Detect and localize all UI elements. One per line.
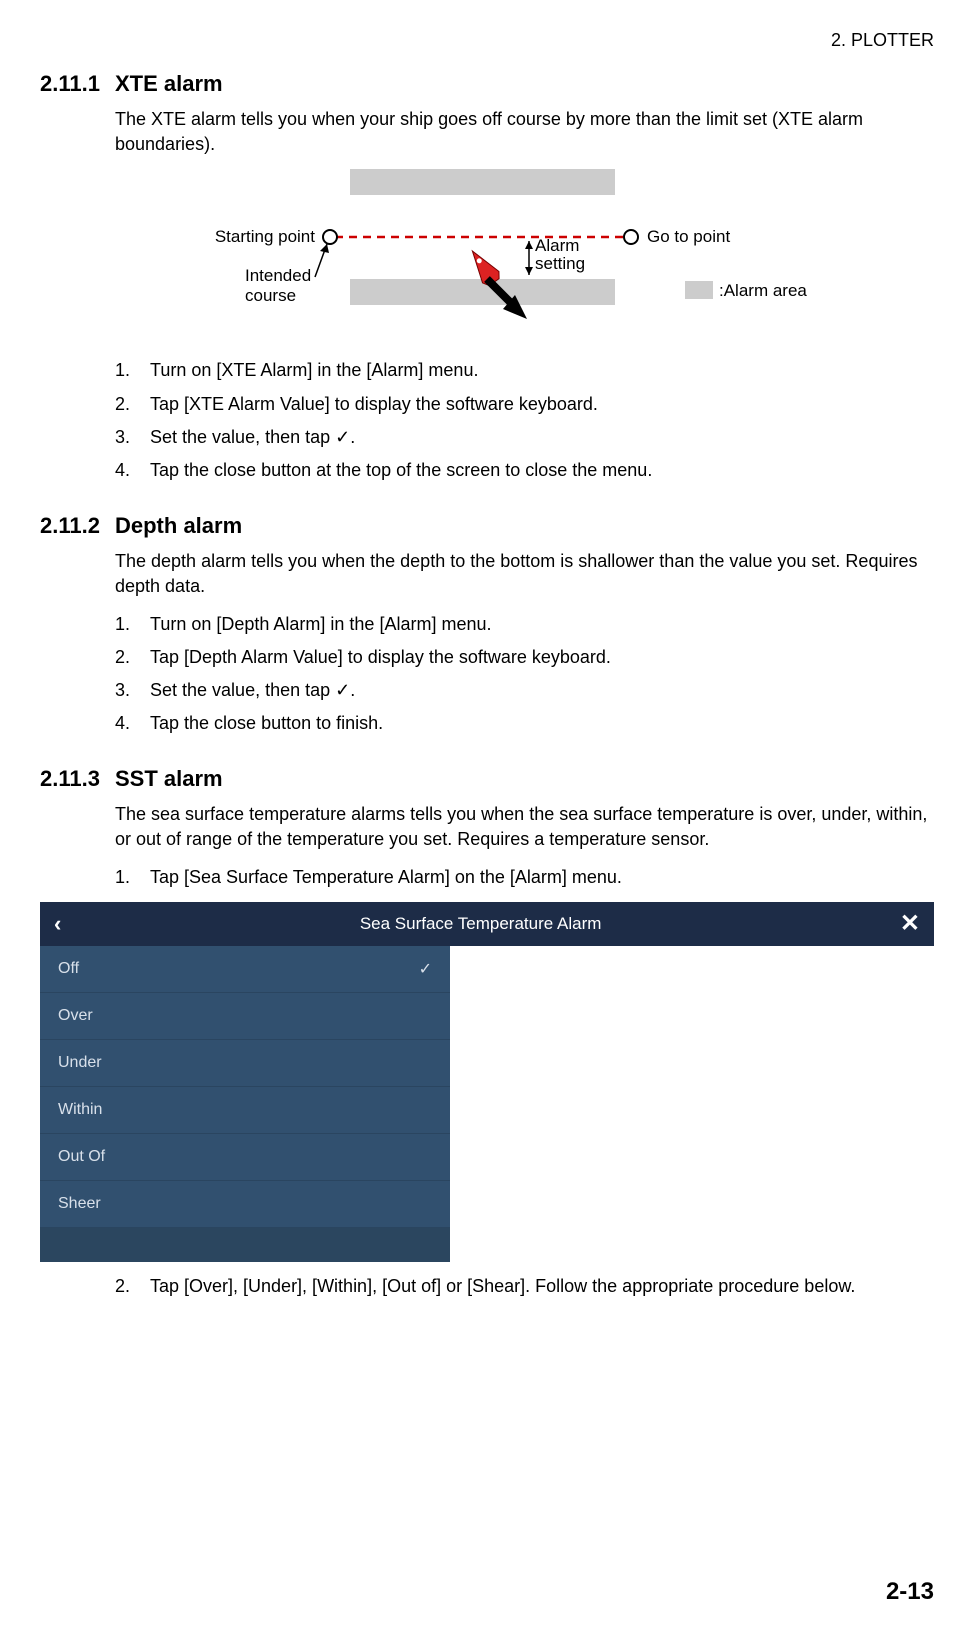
step-num: 3. [115, 678, 150, 703]
section-title-sst: SST alarm [115, 766, 223, 792]
sst-option-trailer [40, 1228, 450, 1262]
step-text: Tap [Over], [Under], [Within], [Out of] … [150, 1274, 855, 1299]
sst-screenshot: ‹ Sea Surface Temperature Alarm ✕ Off ✓ … [40, 902, 934, 1262]
sst-step1: 1.Tap [Sea Surface Temperature Alarm] on… [115, 865, 934, 890]
option-label: Under [58, 1054, 102, 1072]
step-num: 4. [115, 711, 150, 736]
step-text: Set the value, then tap ✓. [150, 678, 355, 703]
xte-intro: The XTE alarm tells you when your ship g… [115, 107, 934, 157]
step-num: 1. [115, 612, 150, 637]
label-alarm-area: :Alarm area [719, 281, 807, 300]
section-sst: 2.11.3 SST alarm The sea surface tempera… [40, 766, 934, 1299]
sst-option-over[interactable]: Over [40, 993, 450, 1040]
option-label: Out Of [58, 1148, 105, 1166]
step-text: Tap the close button at the top of the s… [150, 458, 652, 483]
screenshot-title: Sea Surface Temperature Alarm [360, 914, 602, 934]
option-label: Off [58, 960, 79, 978]
depth-steps: 1.Turn on [Depth Alarm] in the [Alarm] m… [115, 612, 934, 737]
option-label: Within [58, 1101, 102, 1119]
check-icon: ✓ [419, 959, 432, 979]
step-num: 1. [115, 865, 150, 890]
sst-option-sheer[interactable]: Sheer [40, 1181, 450, 1228]
xte-diagram: Starting point Go to point Intended cour… [115, 169, 934, 344]
step-num: 2. [115, 645, 150, 670]
step-num: 1. [115, 358, 150, 383]
label-starting-point: Starting point [215, 227, 315, 246]
label-intended-course-2: course [245, 286, 296, 305]
step-text: Tap the close button to finish. [150, 711, 383, 736]
sst-option-off[interactable]: Off ✓ [40, 946, 450, 993]
label-go-to-point: Go to point [647, 227, 730, 246]
step-text: Set the value, then tap ✓. [150, 425, 355, 450]
page-number: 2-13 [886, 1578, 934, 1606]
depth-intro: The depth alarm tells you when the depth… [115, 549, 934, 599]
step-num: 2. [115, 1274, 150, 1299]
section-title-xte: XTE alarm [115, 71, 223, 97]
section-number-xte: 2.11.1 [40, 71, 115, 97]
sst-intro: The sea surface temperature alarms tells… [115, 802, 934, 852]
section-number-depth: 2.11.2 [40, 513, 115, 539]
section-xte: 2.11.1 XTE alarm The XTE alarm tells you… [40, 71, 934, 483]
step-text: Turn on [Depth Alarm] in the [Alarm] men… [150, 612, 491, 637]
xte-steps: 1.Turn on [XTE Alarm] in the [Alarm] men… [115, 358, 934, 483]
close-icon[interactable]: ✕ [900, 909, 920, 938]
sst-option-list: Off ✓ Over Under Within Out Of [40, 946, 450, 1262]
label-alarm-setting-1: Alarm [535, 236, 579, 255]
page-header-chapter: 2. PLOTTER [40, 30, 934, 51]
section-number-sst: 2.11.3 [40, 766, 115, 792]
step-text: Tap [Sea Surface Temperature Alarm] on t… [150, 865, 622, 890]
label-alarm-setting-2: setting [535, 254, 585, 273]
section-depth: 2.11.2 Depth alarm The depth alarm tells… [40, 513, 934, 736]
sst-option-under[interactable]: Under [40, 1040, 450, 1087]
option-label: Sheer [58, 1195, 101, 1213]
step-num: 3. [115, 425, 150, 450]
sst-option-within[interactable]: Within [40, 1087, 450, 1134]
step-num: 2. [115, 392, 150, 417]
step-text: Tap [XTE Alarm Value] to display the sof… [150, 392, 598, 417]
step-text: Tap [Depth Alarm Value] to display the s… [150, 645, 611, 670]
sst-step2: 2.Tap [Over], [Under], [Within], [Out of… [115, 1274, 934, 1299]
section-title-depth: Depth alarm [115, 513, 242, 539]
sst-option-outof[interactable]: Out Of [40, 1134, 450, 1181]
screenshot-blank-area [450, 946, 934, 1262]
step-text: Turn on [XTE Alarm] in the [Alarm] menu. [150, 358, 478, 383]
option-label: Over [58, 1007, 93, 1025]
label-intended-course-1: Intended [245, 266, 311, 285]
back-icon[interactable]: ‹ [54, 911, 61, 937]
step-num: 4. [115, 458, 150, 483]
